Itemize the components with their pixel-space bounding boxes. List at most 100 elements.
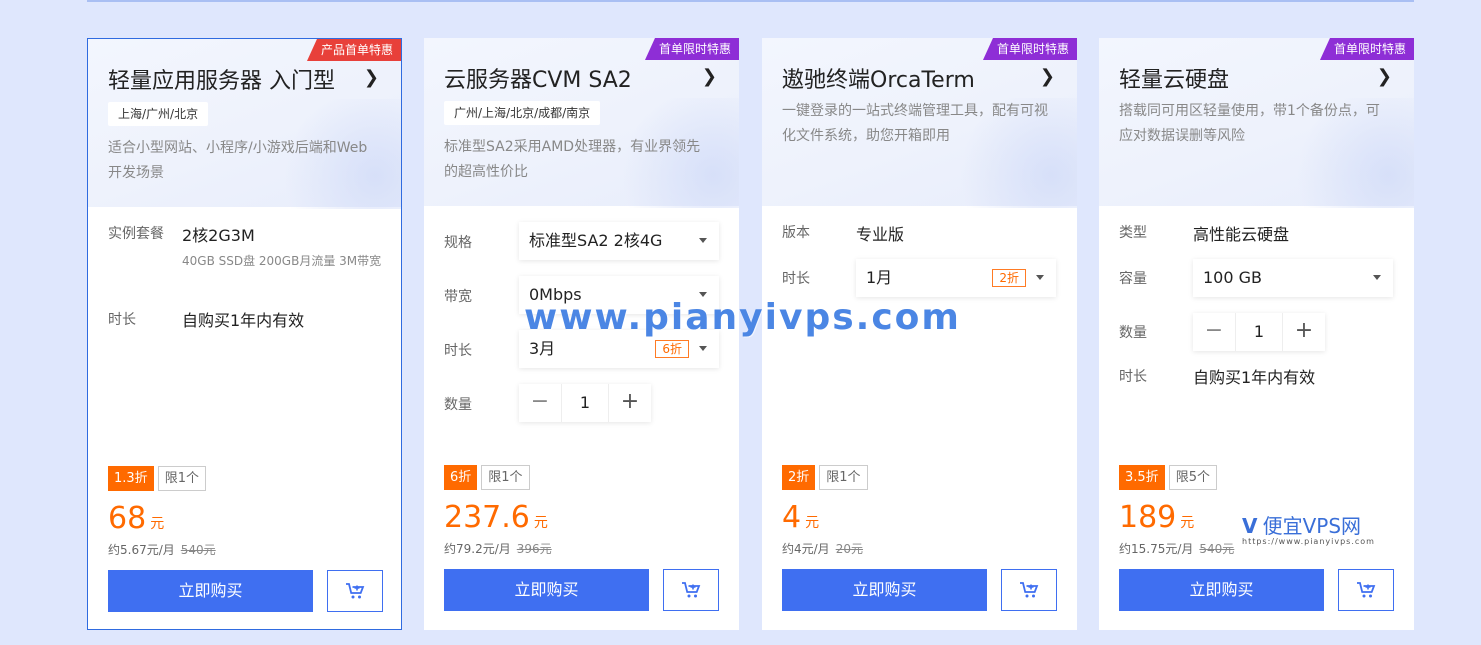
add-to-cart-button[interactable]: [663, 569, 719, 611]
config-label-type: 类型: [1119, 225, 1147, 241]
cart-icon: [682, 582, 701, 598]
limit-tag: 限5个: [1168, 465, 1217, 490]
price: 237.6 元: [444, 500, 548, 535]
buy-button[interactable]: 立即购买: [782, 569, 987, 611]
add-to-cart-button[interactable]: [1338, 569, 1394, 611]
price-unit: 元: [1180, 515, 1195, 531]
quantity-value[interactable]: 1: [1235, 313, 1283, 351]
product-card-lighthouse[interactable]: 产品首单特惠 轻量应用服务器 入门型 ❯ 上海/广州/北京 适合小型网站、小程序…: [87, 38, 402, 630]
buy-button[interactable]: 立即购买: [1119, 569, 1324, 611]
chevron-down-icon: [699, 238, 707, 243]
chevron-down-icon: [1036, 275, 1044, 280]
card-header: 首单限时特惠 云服务器CVM SA2 ❯ 广州/上海/北京/成都/南京 标准型S…: [424, 38, 739, 208]
site-watermark: www.pianyivps.com: [524, 297, 961, 338]
quantity-stepper[interactable]: − 1 +: [1193, 313, 1325, 351]
duration-discount-tag: 2折: [992, 269, 1026, 287]
config-label-duration: 时长: [108, 312, 136, 328]
quantity-value[interactable]: 1: [561, 384, 609, 422]
region-tag: 上海/广州/北京: [108, 102, 209, 126]
decrement-button[interactable]: −: [1193, 313, 1235, 351]
spec-select-value: 标准型SA2 2核4G: [529, 231, 663, 250]
increment-button[interactable]: +: [1283, 313, 1325, 351]
logo-text: 便宜VPS网: [1262, 514, 1362, 538]
price-subline: 约79.2元/月 396元: [444, 540, 552, 557]
add-to-cart-button[interactable]: [1001, 569, 1057, 611]
card-footer: 1.3折 限1个 68 元 约5.67元/月 540元 立即购买: [88, 443, 401, 629]
price-value: 189: [1119, 500, 1177, 535]
logo-url: https://www.pianyivps.com: [1242, 537, 1375, 546]
discount-tag: 1.3折: [108, 466, 154, 491]
promo-badge: 产品首单特惠: [306, 39, 401, 61]
capacity-select[interactable]: 100 GB: [1193, 259, 1393, 297]
discount-tag: 6折: [444, 465, 478, 490]
cart-icon: [1020, 582, 1039, 598]
card-header: 产品首单特惠 轻量应用服务器 入门型 ❯ 上海/广州/北京 适合小型网站、小程序…: [88, 39, 401, 209]
config-value-package: 2核2G3M: [182, 226, 255, 245]
buy-button[interactable]: 立即购买: [444, 569, 649, 611]
promo-badge: 首单限时特惠: [982, 38, 1077, 60]
buy-button[interactable]: 立即购买: [108, 570, 313, 612]
increment-button[interactable]: +: [609, 384, 651, 422]
promo-badge: 首单限时特惠: [1319, 38, 1414, 60]
config-label-quantity: 数量: [1119, 325, 1147, 341]
card-header: 首单限时特惠 轻量云硬盘 ❯ 搭载同可用区轻量使用，带1个备份点，可应对数据误删…: [1099, 38, 1414, 208]
config-label-duration: 时长: [444, 343, 472, 359]
chevron-down-icon: [699, 346, 707, 351]
promo-badge: 首单限时特惠: [644, 38, 739, 60]
limit-tag: 限1个: [157, 466, 206, 491]
price-value: 237.6: [444, 500, 530, 535]
capacity-select-value: 100 GB: [1203, 268, 1262, 287]
original-price: 540元: [180, 543, 216, 557]
cart-icon: [1357, 582, 1376, 598]
monthly-price: 约4元/月: [782, 542, 830, 556]
original-price: 20元: [835, 542, 863, 556]
original-price: 540元: [1199, 542, 1235, 556]
chevron-right-icon[interactable]: ❯: [1377, 66, 1392, 87]
duration-select[interactable]: 1月 2折: [856, 259, 1056, 297]
config-sub-package: 40GB SSD盘 200GB月流量 3M带宽: [182, 254, 382, 268]
add-to-cart-button[interactable]: [327, 570, 383, 612]
original-price: 396元: [516, 542, 552, 556]
card-description: 搭载同可用区轻量使用，带1个备份点，可应对数据误删等风险: [1119, 103, 1380, 144]
card-title[interactable]: 遨驰终端OrcaTerm: [782, 62, 975, 94]
cart-icon: [346, 583, 365, 599]
config-label-edition: 版本: [782, 225, 810, 241]
monthly-price: 约5.67元/月: [108, 543, 175, 557]
price-value: 4: [782, 500, 802, 535]
discount-tag: 2折: [782, 465, 816, 490]
quantity-stepper[interactable]: − 1 +: [519, 384, 651, 422]
price: 68 元: [108, 501, 164, 536]
monthly-price: 约15.75元/月: [1119, 542, 1194, 556]
card-description: 一键登录的一站式终端管理工具，配有可视化文件系统，助您开箱即用: [782, 103, 1048, 144]
config-value-edition: 专业版: [856, 225, 905, 244]
card-header: 首单限时特惠 遨驰终端OrcaTerm ❯ 一键登录的一站式终端管理工具，配有可…: [762, 38, 1077, 208]
limit-tag: 限1个: [481, 465, 530, 490]
chevron-right-icon[interactable]: ❯: [364, 67, 379, 88]
chevron-down-icon: [1373, 275, 1381, 280]
card-title[interactable]: 云服务器CVM SA2: [444, 62, 632, 94]
price-unit: 元: [805, 515, 820, 531]
duration-select-value: 3月: [529, 339, 556, 358]
decrement-button[interactable]: −: [519, 384, 561, 422]
card-title[interactable]: 轻量应用服务器 入门型: [108, 63, 335, 95]
monthly-price: 约79.2元/月: [444, 542, 511, 556]
config-label-capacity: 容量: [1119, 271, 1147, 287]
duration-select-value: 1月: [866, 268, 893, 287]
price-subline: 约5.67元/月 540元: [108, 541, 216, 558]
config-value-duration: 自购买1年内有效: [1193, 368, 1316, 387]
card-description: 标准型SA2采用AMD处理器，有业界领先的超高性价比: [444, 139, 701, 180]
config-label-quantity: 数量: [444, 397, 472, 413]
region-tag: 广州/上海/北京/成都/南京: [444, 101, 601, 125]
price: 4元: [782, 500, 819, 535]
discount-tag: 3.5折: [1119, 465, 1165, 490]
price-unit: 元: [533, 515, 548, 531]
duration-discount-tag: 6折: [655, 340, 689, 358]
top-divider: [87, 0, 1414, 2]
site-logo: V 便宜VPS网 https://www.pianyivps.com: [1242, 510, 1375, 546]
card-description: 适合小型网站、小程序/小游戏后端和Web开发场景: [108, 140, 368, 181]
config-label-spec: 规格: [444, 235, 472, 251]
spec-select[interactable]: 标准型SA2 2核4G: [519, 222, 719, 260]
card-title[interactable]: 轻量云硬盘: [1119, 62, 1229, 94]
chevron-right-icon[interactable]: ❯: [702, 66, 717, 87]
chevron-right-icon[interactable]: ❯: [1040, 66, 1055, 87]
